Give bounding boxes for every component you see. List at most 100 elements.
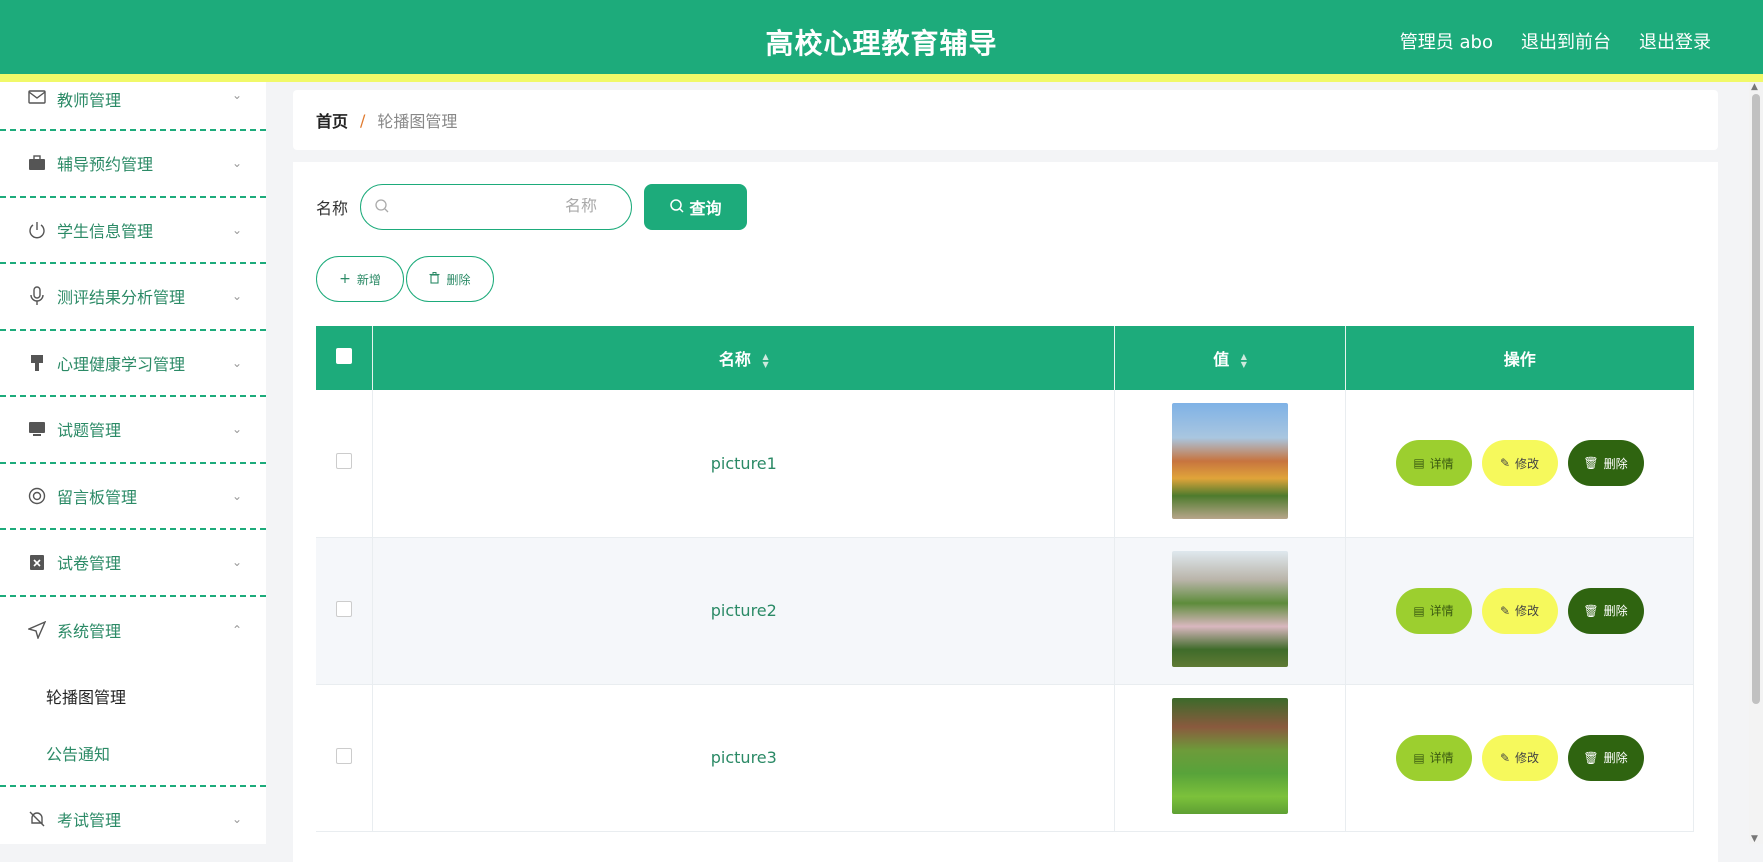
row-checkbox[interactable] xyxy=(336,453,353,470)
sidebar-item-message-board[interactable]: 留言板管理 ⌄ xyxy=(0,464,266,530)
mail-icon xyxy=(27,87,47,107)
scrollbar-thumb[interactable] xyxy=(1752,94,1760,704)
sidebar-item-exam[interactable]: 考试管理 ⌄ xyxy=(0,787,266,844)
delete-button[interactable]: 🗑 删除 xyxy=(1567,587,1644,634)
sidebar-item-student[interactable]: 学生信息管理 ⌄ xyxy=(0,198,266,264)
delete-button-label: 删除 xyxy=(1603,456,1628,471)
trash-icon xyxy=(429,271,440,287)
sidebar-item-appointment[interactable]: 辅导预约管理 ⌄ xyxy=(0,131,266,198)
sort-icon[interactable]: ▲ ▼ xyxy=(763,352,769,369)
chevron-down-icon: ⌄ xyxy=(231,488,242,503)
batch-delete-button[interactable]: 删除 xyxy=(406,256,494,302)
add-button-label: 新增 xyxy=(356,272,381,287)
ops-header-label: 操作 xyxy=(1503,350,1536,369)
select-all-checkbox[interactable] xyxy=(336,348,353,364)
sidebar-subitem-notice[interactable]: 公告通知 xyxy=(0,724,266,781)
top-header: 高校心理教育辅导 管理员 abo 退出到前台 退出登录 xyxy=(0,0,1763,82)
sidebar-item-label: 测评结果分析管理 xyxy=(57,288,186,308)
row-value-cell xyxy=(1114,537,1347,685)
breadcrumb-home[interactable]: 首页 xyxy=(316,108,348,132)
sidebar-item-teacher[interactable]: 教师管理 ⌄ xyxy=(0,82,266,131)
logout-link[interactable]: 退出登录 xyxy=(1639,28,1711,54)
chevron-down-icon: ⌄ xyxy=(231,812,242,827)
navigation-icon xyxy=(27,620,47,640)
edit-button[interactable]: ✎ 修改 xyxy=(1481,440,1558,487)
edit-button-label: 修改 xyxy=(1515,751,1540,765)
row-select-cell xyxy=(316,537,374,685)
carousel-image[interactable] xyxy=(1172,403,1289,520)
row-select-cell xyxy=(316,684,374,832)
table-row: picture2 ▤ 详情 ✎ 修改 🗑 删除 xyxy=(316,537,1694,685)
sort-icon[interactable]: ▲ ▼ xyxy=(1241,352,1247,369)
carousel-image[interactable] xyxy=(1172,697,1289,814)
page-scrollbar[interactable]: ▲ ▼ xyxy=(1749,82,1763,844)
detail-button[interactable]: ▤ 详情 xyxy=(1395,734,1472,781)
plus-icon: + xyxy=(339,271,351,287)
document-icon: ▤ xyxy=(1413,603,1425,618)
edit-button[interactable]: ✎ 修改 xyxy=(1481,734,1558,781)
delete-button[interactable]: 🗑 删除 xyxy=(1567,440,1644,487)
sidebar-item-label: 系统管理 xyxy=(57,621,122,641)
row-value-cell xyxy=(1114,390,1347,538)
carousel-table: 名称 ▲ ▼ 值 ▲ ▼ 操作 picture1 ▤ 详情 ✎ 修改 🗑 删除 … xyxy=(316,326,1694,832)
chevron-up-icon: ⌃ xyxy=(231,622,242,637)
row-checkbox[interactable] xyxy=(336,747,353,764)
sidebar-subitem-carousel[interactable]: 轮播图管理 xyxy=(0,667,266,724)
detail-button[interactable]: ▤ 详情 xyxy=(1395,587,1472,634)
microphone-icon xyxy=(27,286,47,306)
sidebar-item-label: 考试管理 xyxy=(57,811,122,831)
clipboard-x-icon xyxy=(27,552,47,572)
row-actions: ▤ 详情 ✎ 修改 🗑 删除 xyxy=(1346,440,1693,487)
chevron-down-icon: ⌄ xyxy=(231,289,242,304)
document-icon: ▤ xyxy=(1413,750,1425,765)
search-icon xyxy=(375,198,389,217)
detail-button-label: 详情 xyxy=(1429,751,1454,765)
content-panel: 名称 查询 + 新增 删 xyxy=(293,162,1718,862)
admin-user-label[interactable]: 管理员 abo xyxy=(1400,28,1493,54)
row-checkbox[interactable] xyxy=(336,600,353,617)
main-content: 首页 / 轮播图管理 名称 查询 + 新增 xyxy=(293,90,1718,862)
pencil-icon: ✎ xyxy=(1499,603,1511,618)
edit-button-label: 修改 xyxy=(1515,604,1540,618)
table-row: picture3 ▤ 详情 ✎ 修改 🗑 删除 xyxy=(316,684,1694,832)
header-nav: 管理员 abo 退出到前台 退出登录 xyxy=(1400,28,1711,54)
ops-column-header: 操作 xyxy=(1345,326,1694,390)
sidebar-item-label: 教师管理 xyxy=(57,91,122,110)
name-header-label: 名称 xyxy=(718,350,751,369)
pencil-icon: ✎ xyxy=(1499,456,1511,471)
breadcrumb-current: 轮播图管理 xyxy=(377,112,458,131)
sidebar-item-label: 试卷管理 xyxy=(57,554,122,574)
trash-icon: 🗑 xyxy=(1583,603,1599,618)
row-name-cell: picture1 xyxy=(372,390,1116,538)
carousel-image[interactable] xyxy=(1172,550,1289,667)
scroll-up-icon[interactable]: ▲ xyxy=(1751,82,1758,92)
edit-button[interactable]: ✎ 修改 xyxy=(1481,587,1558,634)
name-column-header[interactable]: 名称 ▲ ▼ xyxy=(372,326,1116,390)
table-row: picture1 ▤ 详情 ✎ 修改 🗑 删除 xyxy=(316,390,1694,538)
value-header-label: 值 xyxy=(1213,350,1230,369)
chevron-down-icon: ⌄ xyxy=(231,355,242,370)
sidebar-item-label: 学生信息管理 xyxy=(57,221,154,241)
scroll-down-icon[interactable]: ▼ xyxy=(1751,834,1758,844)
select-all-cell xyxy=(316,326,374,390)
sidebar-item-system[interactable]: 系统管理 ⌃ xyxy=(0,597,266,664)
query-button[interactable]: 查询 xyxy=(644,184,748,230)
sidebar-item-health-study[interactable]: 心理健康学习管理 ⌄ xyxy=(0,331,266,397)
row-name-cell: picture2 xyxy=(372,537,1116,685)
sidebar: 教师管理 ⌄ 辅导预约管理 ⌄ 学生信息管理 ⌄ 测评结果分析管理 ⌄ 心理健康… xyxy=(0,82,266,844)
add-button[interactable]: + 新增 xyxy=(316,256,404,302)
sidebar-item-question[interactable]: 试题管理 ⌄ xyxy=(0,397,266,464)
chevron-down-icon: ⌄ xyxy=(231,222,242,237)
sidebar-item-paper[interactable]: 试卷管理 ⌄ xyxy=(0,530,266,597)
pencil-icon: ✎ xyxy=(1499,750,1511,765)
detail-button-label: 详情 xyxy=(1429,456,1454,471)
sidebar-item-assessment[interactable]: 测评结果分析管理 ⌄ xyxy=(0,264,266,331)
delete-button[interactable]: 🗑 删除 xyxy=(1567,734,1644,781)
search-input[interactable] xyxy=(389,198,618,216)
value-column-header[interactable]: 值 ▲ ▼ xyxy=(1114,326,1347,390)
chevron-down-icon: ⌄ xyxy=(231,422,242,437)
lifebuoy-icon xyxy=(27,486,47,506)
row-ops-cell: ▤ 详情 ✎ 修改 🗑 删除 xyxy=(1345,390,1694,538)
detail-button[interactable]: ▤ 详情 xyxy=(1395,440,1472,487)
back-to-front-link[interactable]: 退出到前台 xyxy=(1521,28,1611,54)
